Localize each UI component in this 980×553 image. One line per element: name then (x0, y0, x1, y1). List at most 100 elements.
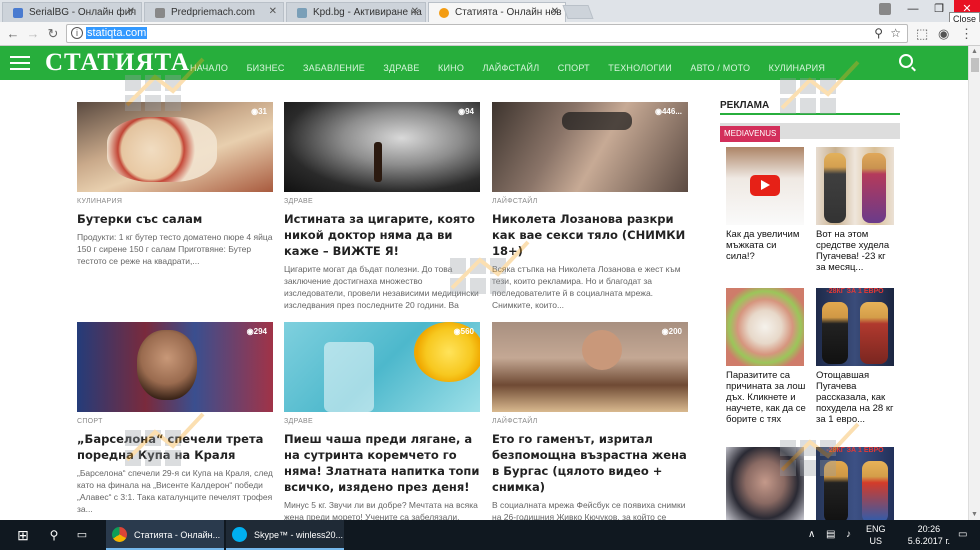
sidebar-ad[interactable] (726, 447, 806, 525)
article-card[interactable]: 200 ЛАЙФСТАЙЛ Ето го гаменът, изритал бе… (492, 322, 688, 547)
taskbar-app-skype[interactable]: Skype™ - winless20... (226, 520, 344, 550)
info-icon[interactable]: i (71, 27, 83, 39)
tab-serialbg[interactable]: SerialBG - Онлайн фил ✕ (2, 2, 142, 22)
article-card[interactable]: 560 ЗДРАВЕ Пиеш чаша преди лягане, а на … (284, 322, 480, 547)
start-button[interactable]: ⊞ (8, 520, 38, 550)
ad-caption[interactable]: Отощавшая Пугачева рассказала, как похуд… (816, 370, 896, 425)
sidebar-ad[interactable]: Вот на этом средстве худела Пугачева! -2… (816, 147, 896, 273)
article-category[interactable]: ЛАЙФСТАЙЛ (492, 418, 688, 425)
ad-image[interactable]: -28КГ ЗА 1 ЕВРО (816, 447, 894, 525)
ads-sponsor-label[interactable]: MEDIAVENUS (720, 126, 781, 142)
ad-image[interactable] (726, 147, 804, 225)
article-excerpt: „Барселона“ спечели 29-я си Купа на Крал… (77, 468, 273, 514)
profile-icon[interactable] (870, 0, 900, 18)
clock[interactable]: 20:26 5.6.2017 г. (908, 523, 950, 547)
task-view-icon[interactable]: ▭ (70, 520, 94, 550)
sidebar-ad[interactable]: Как да увеличим мъжката си сила!? (726, 147, 806, 262)
browser-toolbar: ← → ↻ i statiqta.com ⚲ ☆ ⬚ ◉ ⋮ (0, 22, 980, 46)
nav-item-lifestyle[interactable]: ЛАЙФСТАЙЛ (483, 63, 540, 73)
sidebar-ad[interactable]: -28КГ ЗА 1 ЕВРО (816, 447, 896, 525)
sidebar-ad[interactable]: Паразитите са причината за лош дъх. Клик… (726, 288, 806, 425)
article-title[interactable]: Пиеш чаша преди лягане, а на сутринта ко… (284, 431, 480, 495)
forward-button[interactable]: → (26, 26, 40, 42)
article-category[interactable]: КУЛИНАРИЯ (77, 198, 273, 205)
nav-item-business[interactable]: БИЗНЕС (247, 63, 285, 73)
ad-image[interactable] (726, 288, 804, 366)
nav-item-technology[interactable]: ТЕХНОЛОГИИ (608, 63, 672, 73)
article-image[interactable]: 560 (284, 322, 480, 412)
article-card[interactable]: 294 СПОРТ „Барселона“ спечели трета поре… (77, 322, 273, 515)
back-button[interactable]: ← (6, 26, 20, 42)
reload-button[interactable]: ↻ (46, 26, 60, 42)
article-title[interactable]: Ето го гаменът, изритал безпомощна възра… (492, 431, 688, 495)
article-title[interactable]: Истината за цигарите, която никой доктор… (284, 211, 480, 259)
url-text[interactable]: statiqta.com (86, 27, 148, 39)
search-icon[interactable] (899, 54, 913, 68)
article-category[interactable]: ЗДРАВЕ (284, 198, 480, 205)
search-taskbar-icon[interactable]: ⚲ (42, 520, 66, 550)
tab-kpd[interactable]: Kpd.bg - Активиране на ✕ (286, 2, 426, 22)
article-card[interactable]: 446... ЛАЙФСТАЙЛ Николета Лозанова разкр… (492, 102, 688, 311)
scroll-up-icon[interactable]: ▲ (971, 48, 978, 55)
tray-chevron-icon[interactable]: ∧ (808, 520, 815, 550)
language-indicator[interactable]: ENG US (866, 523, 886, 553)
article-image[interactable]: 446... (492, 102, 688, 192)
nav-item-health[interactable]: ЗДРАВЕ (383, 63, 419, 73)
tab-predpriemach[interactable]: Predpriemach.com ✕ (144, 2, 284, 22)
article-title[interactable]: Бутерки със салам (77, 211, 273, 227)
article-card[interactable]: 94 ЗДРАВЕ Истината за цигарите, която ни… (284, 102, 480, 311)
ad-caption[interactable]: Вот на этом средстве худела Пугачева! -2… (816, 229, 896, 273)
article-title[interactable]: Николета Лозанова разкри как вае секси т… (492, 211, 688, 259)
page-scrollbar[interactable]: ▲ ▼ (968, 46, 980, 520)
tab-statiqta[interactable]: Статията - Онлайн нов ✕ (428, 2, 566, 23)
nav-item-cinema[interactable]: КИНО (438, 63, 464, 73)
zoom-icon[interactable]: ⚲ (874, 26, 883, 40)
ad-caption[interactable]: Паразитите са причината за лош дъх. Клик… (726, 370, 806, 425)
menu-icon[interactable]: ⋮ (960, 26, 973, 42)
notifications-icon[interactable]: ▭ (958, 520, 967, 550)
article-category[interactable]: ЛАЙФСТАЙЛ (492, 198, 688, 205)
nav-item-auto[interactable]: АВТО / МОТО (690, 63, 750, 73)
nav-item-entertainment[interactable]: ЗАБАВЛЕНИЕ (303, 63, 365, 73)
close-tab-icon[interactable]: ✕ (551, 6, 559, 17)
tab-label: Predpriemach.com (171, 7, 255, 18)
article-image[interactable]: 200 (492, 322, 688, 412)
taskbar-app-chrome[interactable]: Статията - Онлайн... (106, 520, 224, 550)
article-category[interactable]: ЗДРАВЕ (284, 418, 480, 425)
article-excerpt: Продукти: 1 кг бутер тесто доматено пюре… (77, 232, 273, 266)
article-category[interactable]: СПОРТ (77, 418, 273, 425)
article-image[interactable]: 94 (284, 102, 480, 192)
favicon-icon (439, 8, 449, 18)
sidebar-ad[interactable]: -28КГ ЗА 1 ЕВРО Отощавшая Пугачева расск… (816, 288, 896, 425)
extension-globe-icon[interactable]: ◉ (938, 26, 949, 42)
hamburger-menu-icon[interactable] (10, 56, 30, 70)
ad-image[interactable] (816, 147, 894, 225)
extension-icon[interactable]: ⬚ (916, 26, 928, 42)
nav-item-cooking[interactable]: КУЛИНАРИЯ (769, 63, 825, 73)
bookmark-star-icon[interactable]: ☆ (890, 26, 901, 40)
article-excerpt: Всяка стъпка на Николета Лозанова е жест… (492, 264, 681, 310)
new-tab-button[interactable] (562, 5, 594, 19)
ad-image[interactable] (726, 447, 804, 525)
article-image[interactable]: 31 (77, 102, 273, 192)
site-logo[interactable]: СТАТИЯТА (45, 49, 190, 77)
views-count: 31 (251, 107, 267, 116)
play-icon[interactable] (750, 175, 780, 196)
clock-date: 5.6.2017 г. (907, 536, 950, 546)
volume-icon[interactable]: ♪ (846, 520, 851, 550)
tab-label: SerialBG - Онлайн фил (29, 7, 137, 18)
article-title[interactable]: „Барселона“ спечели трета поредна Купа н… (77, 431, 273, 463)
address-bar[interactable]: i statiqta.com ⚲ ☆ (66, 24, 908, 43)
ad-caption[interactable]: Как да увеличим мъжката си сила!? (726, 229, 806, 262)
network-icon[interactable]: ▤ (826, 520, 835, 550)
ad-image[interactable]: -28КГ ЗА 1 ЕВРО (816, 288, 894, 366)
close-tab-icon[interactable]: ✕ (269, 6, 277, 17)
scroll-down-icon[interactable]: ▼ (971, 511, 978, 518)
article-card[interactable]: 31 КУЛИНАРИЯ Бутерки със салам Продукти:… (77, 102, 273, 279)
close-tab-icon[interactable]: ✕ (127, 6, 135, 17)
nav-item-sport[interactable]: СПОРТ (558, 63, 590, 73)
scrollbar-thumb[interactable] (971, 58, 979, 72)
close-tab-icon[interactable]: ✕ (411, 6, 419, 17)
nav-item-home[interactable]: НАЧАЛО (190, 63, 228, 73)
article-image[interactable]: 294 (77, 322, 273, 412)
